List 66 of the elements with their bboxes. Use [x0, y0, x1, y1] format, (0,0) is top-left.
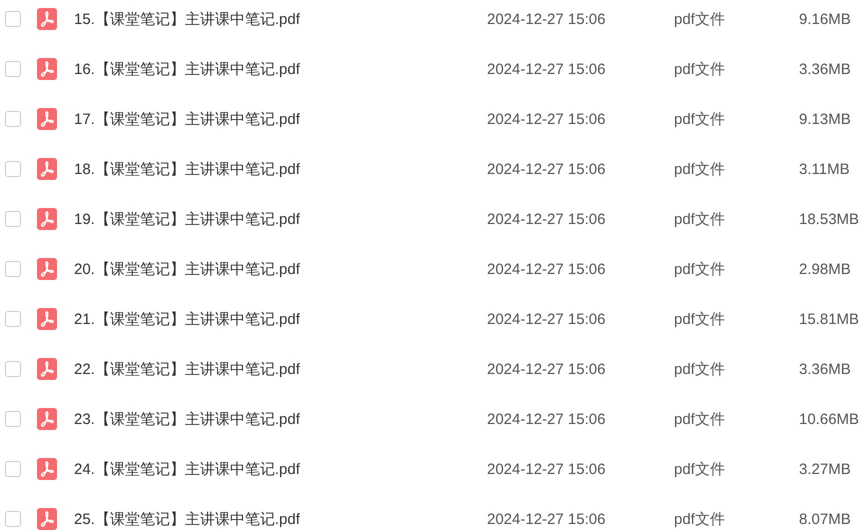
file-size: 9.16MB — [799, 10, 851, 28]
pdf-file-icon — [37, 408, 57, 430]
file-type: pdf文件 — [674, 10, 725, 28]
file-type: pdf文件 — [674, 460, 725, 478]
modified-date: 2024-12-27 15:06 — [487, 310, 606, 328]
file-type: pdf文件 — [674, 260, 725, 278]
file-name[interactable]: 16.【课堂笔记】主讲课中笔记.pdf — [74, 60, 300, 78]
file-name[interactable]: 18.【课堂笔记】主讲课中笔记.pdf — [74, 160, 300, 178]
file-size: 3.36MB — [799, 60, 851, 78]
modified-date: 2024-12-27 15:06 — [487, 160, 606, 178]
file-size: 9.13MB — [799, 110, 851, 128]
file-name[interactable]: 19.【课堂笔记】主讲课中笔记.pdf — [74, 210, 300, 228]
modified-date: 2024-12-27 15:06 — [487, 360, 606, 378]
file-type: pdf文件 — [674, 210, 725, 228]
checkbox[interactable] — [5, 461, 21, 477]
file-type: pdf文件 — [674, 110, 725, 128]
file-name[interactable]: 17.【课堂笔记】主讲课中笔记.pdf — [74, 110, 300, 128]
pdf-file-icon — [37, 8, 57, 30]
checkbox[interactable] — [5, 411, 21, 427]
file-name[interactable]: 22.【课堂笔记】主讲课中笔记.pdf — [74, 360, 300, 378]
file-size: 3.27MB — [799, 460, 851, 478]
pdf-file-icon — [37, 508, 57, 530]
checkbox[interactable] — [5, 211, 21, 227]
file-size: 8.07MB — [799, 510, 851, 528]
modified-date: 2024-12-27 15:06 — [487, 510, 606, 528]
pdf-file-icon — [37, 208, 57, 230]
file-type: pdf文件 — [674, 160, 725, 178]
checkbox[interactable] — [5, 311, 21, 327]
modified-date: 2024-12-27 15:06 — [487, 460, 606, 478]
file-size: 2.98MB — [799, 260, 851, 278]
file-type: pdf文件 — [674, 410, 725, 428]
modified-date: 2024-12-27 15:06 — [487, 110, 606, 128]
pdf-file-icon — [37, 308, 57, 330]
modified-date: 2024-12-27 15:06 — [487, 260, 606, 278]
checkbox[interactable] — [5, 511, 21, 527]
modified-date: 2024-12-27 15:06 — [487, 410, 606, 428]
file-type: pdf文件 — [674, 360, 725, 378]
checkbox[interactable] — [5, 111, 21, 127]
file-size: 15.81MB — [799, 310, 860, 328]
file-name[interactable]: 23.【课堂笔记】主讲课中笔记.pdf — [74, 410, 300, 428]
checkbox[interactable] — [5, 361, 21, 377]
pdf-file-icon — [37, 108, 57, 130]
file-name[interactable]: 20.【课堂笔记】主讲课中笔记.pdf — [74, 260, 300, 278]
file-name[interactable]: 21.【课堂笔记】主讲课中笔记.pdf — [74, 310, 300, 328]
file-size: 3.11MB — [799, 160, 850, 178]
pdf-file-icon — [37, 158, 57, 180]
file-size: 10.66MB — [799, 410, 860, 428]
file-name[interactable]: 15.【课堂笔记】主讲课中笔记.pdf — [74, 10, 300, 28]
checkbox[interactable] — [5, 61, 21, 77]
pdf-file-icon — [37, 458, 57, 480]
modified-date: 2024-12-27 15:06 — [487, 210, 606, 228]
pdf-file-icon — [37, 258, 57, 280]
checkbox[interactable] — [5, 11, 21, 27]
checkbox[interactable] — [5, 261, 21, 277]
file-size: 3.36MB — [799, 360, 851, 378]
modified-date: 2024-12-27 15:06 — [487, 10, 606, 28]
file-type: pdf文件 — [674, 60, 725, 78]
pdf-file-icon — [37, 358, 57, 380]
file-type: pdf文件 — [674, 510, 725, 528]
modified-date: 2024-12-27 15:06 — [487, 60, 606, 78]
file-name[interactable]: 24.【课堂笔记】主讲课中笔记.pdf — [74, 460, 300, 478]
file-name[interactable]: 25.【课堂笔记】主讲课中笔记.pdf — [74, 510, 300, 528]
checkbox[interactable] — [5, 161, 21, 177]
file-type: pdf文件 — [674, 310, 725, 328]
file-size: 18.53MB — [799, 210, 860, 228]
pdf-file-icon — [37, 58, 57, 80]
